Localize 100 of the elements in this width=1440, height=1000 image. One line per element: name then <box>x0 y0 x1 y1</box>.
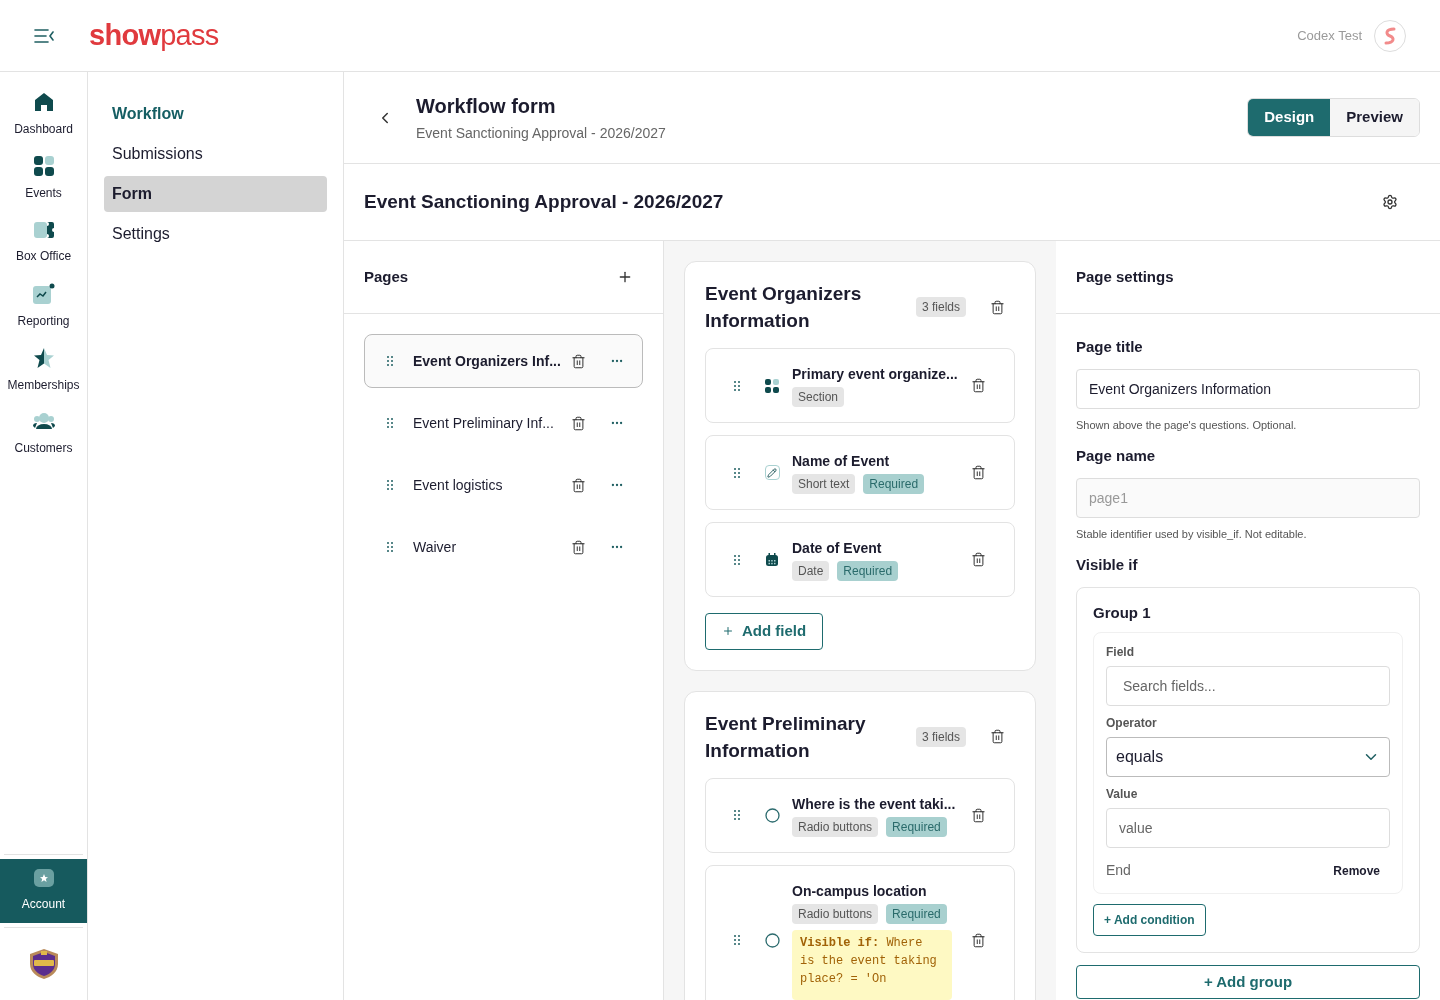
star-icon <box>32 346 55 369</box>
chart-icon <box>31 282 56 305</box>
mode-tab[interactable]: Preview <box>1330 99 1419 136</box>
page-subtitle: Event Sanctioning Approval - 2026/2027 <box>416 124 666 143</box>
add-page-icon[interactable] <box>617 269 633 285</box>
group-title: Group 1 <box>1093 602 1152 623</box>
delete-icon[interactable] <box>971 465 986 480</box>
field-label: Field <box>1106 644 1135 661</box>
help-text: Shown above the page's questions. Optional. <box>1076 417 1298 433</box>
plus-icon <box>722 625 734 638</box>
field-count: 3 fields <box>915 297 966 317</box>
home-icon <box>32 90 55 113</box>
user-name: Codex Test <box>1297 26 1362 45</box>
pages-heading: Pages <box>364 266 409 287</box>
field-badge: Required <box>886 903 947 924</box>
rail-item[interactable]: Account <box>0 859 87 923</box>
delete-icon[interactable] <box>971 807 986 823</box>
subnav-item[interactable]: Form <box>104 176 327 212</box>
drag-handle-icon[interactable] <box>734 554 740 565</box>
drag-handle-icon[interactable] <box>387 542 393 552</box>
subnav-item[interactable]: Submissions <box>104 136 327 172</box>
field-count: 3 fields <box>915 726 966 747</box>
section-title: Event Organizers Information <box>705 282 863 333</box>
drag-handle-icon[interactable] <box>387 418 393 428</box>
logo[interactable]: showpass <box>89 21 219 50</box>
condition-note: Visible if: Where is the event taking place? = 'On <box>792 929 952 1000</box>
page-item[interactable]: Event logistics <box>364 458 643 512</box>
section-title: Event Preliminary Information <box>705 711 867 763</box>
subnav-item[interactable]: Settings <box>104 216 327 252</box>
delete-icon[interactable] <box>571 539 586 555</box>
rail-item[interactable]: Customers <box>0 402 87 466</box>
field-label: Where is the event taki... <box>792 794 956 814</box>
drag-handle-icon[interactable] <box>734 380 740 391</box>
remove-button[interactable]: Remove <box>1333 861 1380 880</box>
delete-icon[interactable] <box>971 932 986 948</box>
drag-handle-icon[interactable] <box>387 356 393 366</box>
grid-icon <box>32 154 55 177</box>
delete-icon[interactable] <box>571 415 586 431</box>
add-group-button[interactable]: + Add group <box>1076 965 1420 999</box>
drag-handle-icon[interactable] <box>387 480 393 490</box>
rail-item[interactable]: Memberships <box>0 338 87 402</box>
field-badge: Required <box>886 816 947 837</box>
field-badge: Required <box>863 474 925 494</box>
page-item[interactable]: Waiver <box>364 520 643 574</box>
field-label: Date of Event <box>792 539 882 558</box>
add-field-button[interactable]: Add field <box>705 613 824 650</box>
delete-icon[interactable] <box>990 729 1005 744</box>
drag-handle-icon[interactable] <box>734 810 740 820</box>
calendar-icon <box>765 552 779 567</box>
field-label: Value <box>1106 786 1139 803</box>
field-label: Primary event organize... <box>792 365 958 384</box>
field-badge: Section <box>792 387 845 407</box>
field-card[interactable]: Primary event organize... Section <box>705 348 1015 423</box>
subnav-heading[interactable]: Workflow <box>104 96 327 132</box>
field-label: Page name <box>1076 446 1157 466</box>
rail-item[interactable]: Box Office <box>0 210 87 274</box>
radio-circle-icon <box>764 932 780 948</box>
delete-icon[interactable] <box>971 552 986 567</box>
settings-icon[interactable] <box>1382 194 1398 210</box>
field-card[interactable]: Date of Event Date Required <box>705 522 1015 597</box>
field-label: Operator <box>1106 715 1158 732</box>
field-label: Name of Event <box>792 452 890 471</box>
page-item[interactable]: Event Organizers Inf... <box>364 334 643 388</box>
field-card[interactable]: On-campus location Radio buttons Required Visible if: Where is the event taking place? = 'On <box>705 864 1015 1000</box>
field-label: On-campus location <box>792 881 927 901</box>
rail-item[interactable]: Reporting <box>0 274 87 338</box>
add-condition-button[interactable]: + Add condition <box>1093 904 1206 936</box>
operator-select[interactable]: equals <box>1106 737 1390 777</box>
menu-icon[interactable] <box>34 28 54 43</box>
mode-tab[interactable]: Design <box>1248 99 1331 136</box>
settings-heading: Page settings <box>1076 266 1174 287</box>
rail-item[interactable]: Events <box>0 146 87 210</box>
end-label: End <box>1106 861 1131 880</box>
field-badge: Required <box>837 561 899 581</box>
field-search-input[interactable]: Search fields... <box>1106 666 1390 706</box>
field-card[interactable]: Where is the event taki... Radio buttons Required <box>705 777 1015 853</box>
rail-item[interactable]: Dashboard <box>0 82 87 146</box>
grid-icon <box>765 378 779 393</box>
visible-if-heading: Visible if <box>1076 555 1139 575</box>
drag-handle-icon[interactable] <box>734 467 740 478</box>
field-badge: Short text <box>792 474 856 494</box>
field-badge: Radio buttons <box>792 816 879 837</box>
value-input[interactable]: value <box>1106 808 1390 848</box>
delete-icon[interactable] <box>971 378 986 393</box>
text-input[interactable]: Event Organizers Information <box>1076 368 1420 409</box>
form-title: Event Sanctioning Approval - 2026/2027 <box>364 189 725 214</box>
help-text: Stable identifier used by visible_if. Not editable. <box>1076 526 1308 542</box>
page-title: Workflow form <box>416 94 557 119</box>
people-icon <box>31 411 56 432</box>
pencil-icon <box>764 465 780 480</box>
logo-mark-icon <box>1382 26 1398 45</box>
field-card[interactable]: Name of Event Short text Required <box>705 435 1015 510</box>
page-item[interactable]: Event Preliminary Inf... <box>364 396 643 450</box>
delete-icon[interactable] <box>990 299 1005 315</box>
field-badge: Date <box>792 561 830 581</box>
ticket-icon <box>32 219 55 240</box>
delete-icon[interactable] <box>571 477 586 493</box>
delete-icon[interactable] <box>571 353 586 369</box>
drag-handle-icon[interactable] <box>734 935 740 945</box>
field-badge: Radio buttons <box>792 903 879 924</box>
